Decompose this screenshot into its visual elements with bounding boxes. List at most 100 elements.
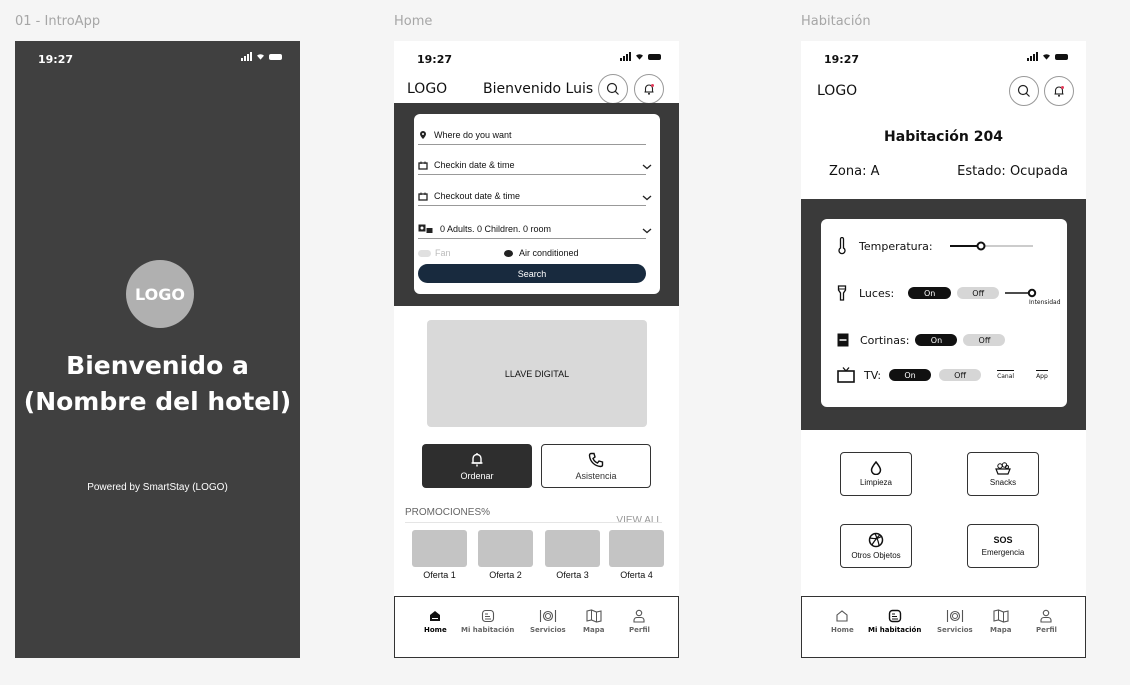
tv-off-button[interactable]: Off xyxy=(939,369,982,381)
chevron-down-icon xyxy=(642,228,652,234)
lights-control: Luces: On Off xyxy=(837,285,1037,301)
intensity-slider[interactable] xyxy=(1005,287,1037,299)
promotions-divider xyxy=(405,522,662,523)
tab-label: Perfil xyxy=(629,626,650,634)
emergencia-button[interactable]: SOS Emergencia xyxy=(967,524,1039,568)
bell-icon xyxy=(1054,86,1064,97)
tab-servicios[interactable]: Servicios xyxy=(937,609,973,634)
offer-image xyxy=(609,530,664,567)
checkout-text: Checkout date & time xyxy=(434,191,521,201)
guests-field[interactable]: 0 Adults. 0 Children. 0 room xyxy=(418,220,652,239)
offer-image xyxy=(478,530,533,567)
offer-card-4[interactable]: Oferta 4 xyxy=(609,530,664,580)
bell-icon xyxy=(471,452,483,466)
tab-label: Mapa xyxy=(990,626,1012,634)
air-label: Air conditioned xyxy=(519,248,579,258)
temperature-slider[interactable] xyxy=(949,240,1039,252)
guests-icon xyxy=(418,224,433,233)
intensity-label: Intensidad xyxy=(1029,299,1061,306)
bottom-tab-bar: Home Mi habitación Servicios Mapa Perfil xyxy=(801,596,1086,658)
ball-icon xyxy=(868,532,884,548)
map-icon xyxy=(993,609,1009,623)
chevron-down-icon xyxy=(642,164,652,170)
calendar-icon xyxy=(418,192,428,201)
digital-key-label: LLAVE DIGITAL xyxy=(504,368,570,379)
status-time: 19:27 xyxy=(824,53,860,66)
where-field[interactable]: Where do you want xyxy=(418,126,646,145)
emergencia-label: Emergencia xyxy=(981,548,1025,557)
curtains-control: Cortinas: On Off xyxy=(837,333,1006,347)
offer-label: Oferta 1 xyxy=(423,570,456,580)
curtains-on-button[interactable]: On xyxy=(915,334,958,346)
controls-card: Temperatura: Luces: On Off Intensidad Co… xyxy=(821,219,1067,407)
checkin-field[interactable]: Checkin date & time xyxy=(418,156,652,175)
powered-by: Powered by SmartStay (LOGO) xyxy=(87,482,228,493)
status-icons xyxy=(620,52,661,61)
header-logo: LOGO xyxy=(407,81,448,97)
air-option[interactable]: Air conditioned xyxy=(504,248,579,258)
offer-card-3[interactable]: Oferta 3 xyxy=(545,530,600,580)
asistencia-label: Asistencia xyxy=(575,470,617,481)
offer-image xyxy=(545,530,600,567)
snacks-button[interactable]: Snacks xyxy=(967,452,1039,496)
drop-icon xyxy=(870,461,882,475)
digital-key-card[interactable]: LLAVE DIGITAL xyxy=(427,320,647,427)
lights-label: Luces: xyxy=(859,286,895,300)
tv-channel-control[interactable]: Canal xyxy=(997,370,1015,380)
offer-card-1[interactable]: Oferta 1 xyxy=(412,530,467,580)
welcome-line-1: Bienvenido a xyxy=(66,351,249,380)
curtains-off-button[interactable]: Off xyxy=(963,334,1006,346)
tab-home[interactable]: Home xyxy=(831,609,854,634)
welcome-line-2: (Nombre del hotel) xyxy=(23,387,292,416)
hotel-logo: LOGO xyxy=(126,260,194,328)
tab-mapa[interactable]: Mapa xyxy=(583,609,604,634)
tv-control: TV: On Off Canal App xyxy=(837,367,1048,383)
tab-mi-habitacion[interactable]: Mi habitación xyxy=(461,609,514,634)
view-all-link[interactable]: VIEW ALL xyxy=(616,515,662,526)
room-icon xyxy=(888,609,901,623)
temperature-control: Temperatura: xyxy=(837,237,1039,255)
search-icon xyxy=(606,82,619,95)
search-submit-button[interactable]: Search xyxy=(418,264,646,283)
tab-servicios[interactable]: Servicios xyxy=(530,609,566,634)
search-band: Where do you want Checkin date & time Ch… xyxy=(394,103,679,306)
calendar-icon xyxy=(418,161,428,170)
fan-toggle-icon xyxy=(418,249,431,257)
map-icon xyxy=(586,609,602,623)
frame-label-intro: 01 - IntroApp xyxy=(15,14,101,29)
offer-label: Oferta 4 xyxy=(620,570,653,580)
tab-mi-habitacion[interactable]: Mi habitación xyxy=(868,609,921,634)
ordenar-button[interactable]: Ordenar xyxy=(422,444,532,488)
tv-app-control[interactable]: App xyxy=(1036,370,1048,380)
lights-on-button[interactable]: On xyxy=(908,287,952,299)
tab-perfil[interactable]: Perfil xyxy=(629,609,650,634)
amenities-row: Fan Air conditioned xyxy=(418,248,646,260)
checkout-field[interactable]: Checkout date & time xyxy=(418,187,652,206)
fan-option[interactable]: Fan xyxy=(418,248,451,258)
limpieza-button[interactable]: Limpieza xyxy=(840,452,912,496)
otros-objetos-button[interactable]: Otros Objetos xyxy=(840,524,912,568)
phone-icon xyxy=(588,452,604,467)
services-icon xyxy=(539,610,556,622)
tv-on-button[interactable]: On xyxy=(889,369,932,381)
thermometer-icon xyxy=(838,237,846,255)
tab-perfil[interactable]: Perfil xyxy=(1036,609,1057,634)
notifications-button[interactable] xyxy=(634,74,664,104)
status-bar: 19:27 xyxy=(801,41,1086,77)
room-status: Estado: Ocupada xyxy=(957,164,1068,179)
tab-label: Servicios xyxy=(530,626,566,634)
search-button[interactable] xyxy=(598,74,628,104)
user-icon xyxy=(1040,609,1053,623)
lights-off-button[interactable]: Off xyxy=(957,287,1000,299)
search-button[interactable] xyxy=(1009,76,1039,106)
notifications-button[interactable] xyxy=(1044,76,1074,106)
chevron-down-icon xyxy=(642,195,652,201)
home-icon xyxy=(836,610,848,622)
search-icon xyxy=(1017,84,1030,97)
tab-home[interactable]: Home xyxy=(424,609,447,634)
asistencia-button[interactable]: Asistencia xyxy=(541,444,651,488)
offer-card-2[interactable]: Oferta 2 xyxy=(478,530,533,580)
signal-icon xyxy=(241,52,252,61)
tab-mapa[interactable]: Mapa xyxy=(990,609,1011,634)
fan-label: Fan xyxy=(435,248,451,258)
